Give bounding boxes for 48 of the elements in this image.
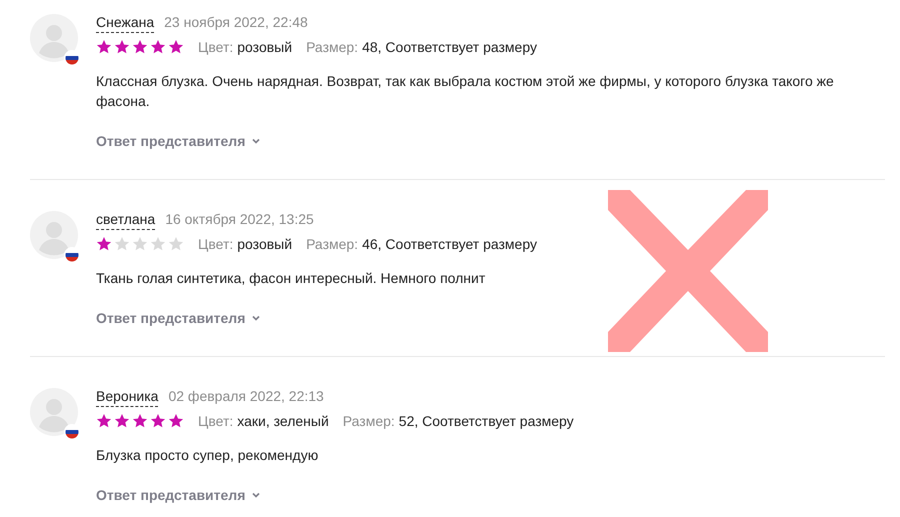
star-icon	[150, 413, 166, 429]
review-text: Блузка просто супер, рекомендую	[96, 446, 320, 465]
size-value: 48, Соответствует размеру	[362, 39, 537, 55]
review-text: Классная блузка. Очень нарядная. Возврат, так как выбрала костюм этой же фирмы, у которого блузка такого же фасона.	[96, 72, 835, 111]
star-icon	[96, 413, 112, 429]
star-icon	[150, 39, 166, 55]
color-label: Цвет:	[198, 413, 234, 429]
color-label: Цвет:	[198, 39, 234, 55]
star-icon	[114, 39, 130, 55]
size-label: Размер:	[306, 39, 358, 55]
review-date: 23 ноября 2022, 22:48	[164, 14, 308, 30]
reviewer-name[interactable]: Снежана	[96, 14, 154, 33]
review-text: Ткань голая синтетика, фасон интересный. Немного полнит	[96, 269, 486, 288]
avatar-icon	[30, 211, 78, 259]
star-icon	[132, 39, 148, 55]
color-value: розовый	[237, 236, 292, 252]
review-date: 16 октября 2022, 13:25	[165, 211, 314, 227]
seller-reply-toggle[interactable]: Ответ представителя	[96, 133, 262, 149]
color-label: Цвет:	[198, 236, 234, 252]
star-icon	[168, 413, 184, 429]
star-icon	[114, 413, 130, 429]
seller-reply-toggle[interactable]: Ответ представителя	[96, 310, 262, 326]
star-icon	[168, 39, 184, 55]
star-icon	[132, 236, 148, 252]
reviewer-name[interactable]: светлана	[96, 211, 156, 230]
review-date: 02 февраля 2022, 22:13	[168, 388, 324, 404]
star-icon	[132, 413, 148, 429]
chevron-down-icon	[251, 136, 262, 146]
avatar-icon	[30, 388, 78, 436]
flag-icon	[64, 247, 80, 263]
star-icon	[168, 236, 184, 252]
size-value: 52, Соответствует размеру	[398, 413, 574, 429]
chevron-down-icon	[251, 490, 262, 500]
size-value: 46, Соответствует размеру	[362, 236, 537, 252]
reviewer-name[interactable]: Вероника	[96, 388, 158, 407]
size-label: Размер:	[306, 236, 358, 252]
chevron-down-icon	[251, 313, 262, 323]
flag-icon	[64, 50, 80, 66]
flag-icon	[64, 424, 80, 440]
seller-reply-toggle[interactable]: Ответ представителя	[96, 487, 262, 503]
star-icon	[96, 39, 112, 55]
star-icon	[114, 236, 130, 252]
size-label: Размер:	[342, 413, 395, 429]
star-icon	[96, 236, 112, 252]
avatar-icon	[30, 14, 78, 62]
color-value: хаки, зеленый	[237, 413, 329, 429]
color-value: розовый	[237, 39, 292, 55]
star-icon	[150, 236, 166, 252]
